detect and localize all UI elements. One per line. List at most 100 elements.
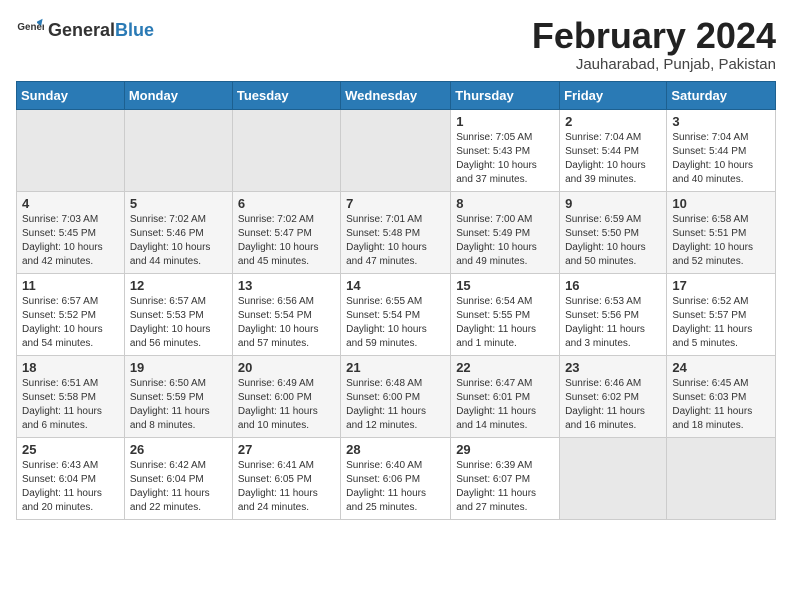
day-info: Sunrise: 7:04 AM Sunset: 5:44 PM Dayligh… [672,131,770,187]
weekday-header-sunday: Sunday [17,81,125,109]
day-number: 27 [238,442,335,457]
day-info: Sunrise: 6:39 AM Sunset: 6:07 PM Dayligh… [456,459,554,515]
day-info: Sunrise: 7:02 AM Sunset: 5:46 PM Dayligh… [130,213,227,269]
calendar-cell: 18 Sunrise: 6:51 AM Sunset: 5:58 PM Dayli… [17,355,125,437]
header: General General Blue February 2024 Jauha… [16,16,776,73]
calendar-cell: 16 Sunrise: 6:53 AM Sunset: 5:56 PM Dayli… [560,273,667,355]
calendar-cell: 20Sunrise: 6:49 AM Sunset: 6:00 PM Dayli… [232,355,340,437]
calendar-cell: 4 Sunrise: 7:03 AM Sunset: 5:45 PM Daylig… [17,191,125,273]
day-info: Sunrise: 6:57 AM Sunset: 5:53 PM Dayligh… [130,295,227,351]
calendar-cell: 27 Sunrise: 6:41 AM Sunset: 6:05 PM Dayli… [232,437,340,519]
day-number: 5 [130,196,227,211]
day-info: Sunrise: 6:51 AM Sunset: 5:58 PM Dayligh… [22,377,119,433]
day-number: 14 [346,278,445,293]
day-info: Sunrise: 6:50 AM Sunset: 5:59 PM Dayligh… [130,377,227,433]
calendar-cell: 12 Sunrise: 6:57 AM Sunset: 5:53 PM Dayli… [124,273,232,355]
calendar-cell: 8 Sunrise: 7:00 AM Sunset: 5:49 PM Daylig… [451,191,560,273]
day-info: Sunrise: 6:59 AM Sunset: 5:50 PM Dayligh… [565,213,661,269]
day-number: 24 [672,360,770,375]
calendar-cell: 25 Sunrise: 6:43 AM Sunset: 6:04 PM Dayli… [17,437,125,519]
day-number: 21 [346,360,445,375]
calendar-cell: 3 Sunrise: 7:04 AM Sunset: 5:44 PM Daylig… [667,109,776,191]
week-row-1: 1 Sunrise: 7:05 AM Sunset: 5:43 PM Daylig… [17,109,776,191]
calendar-cell: 15 Sunrise: 6:54 AM Sunset: 5:55 PM Dayli… [451,273,560,355]
day-number: 23 [565,360,661,375]
calendar-cell: 19Sunrise: 6:50 AM Sunset: 5:59 PM Dayli… [124,355,232,437]
weekday-header-monday: Monday [124,81,232,109]
day-info: Sunrise: 6:46 AM Sunset: 6:02 PM Dayligh… [565,377,661,433]
day-number: 16 [565,278,661,293]
calendar: SundayMondayTuesdayWednesdayThursdayFrid… [16,81,776,520]
week-row-4: 18 Sunrise: 6:51 AM Sunset: 5:58 PM Dayli… [17,355,776,437]
day-info: Sunrise: 6:52 AM Sunset: 5:57 PM Dayligh… [672,295,770,351]
day-info: Sunrise: 6:48 AM Sunset: 6:00 PM Dayligh… [346,377,445,433]
day-number: 2 [565,114,661,129]
calendar-cell: 5 Sunrise: 7:02 AM Sunset: 5:46 PM Daylig… [124,191,232,273]
day-number: 1 [456,114,554,129]
weekday-header-friday: Friday [560,81,667,109]
day-number: 9 [565,196,661,211]
day-info: Sunrise: 6:54 AM Sunset: 5:55 PM Dayligh… [456,295,554,351]
weekday-header-thursday: Thursday [451,81,560,109]
calendar-cell: 26Sunrise: 6:42 AM Sunset: 6:04 PM Dayli… [124,437,232,519]
day-info: Sunrise: 7:03 AM Sunset: 5:45 PM Dayligh… [22,213,119,269]
day-number: 12 [130,278,227,293]
day-number: 7 [346,196,445,211]
logo-blue: Blue [115,20,154,41]
day-info: Sunrise: 6:43 AM Sunset: 6:04 PM Dayligh… [22,459,119,515]
calendar-cell [341,109,451,191]
day-info: Sunrise: 7:05 AM Sunset: 5:43 PM Dayligh… [456,131,554,187]
day-number: 6 [238,196,335,211]
day-info: Sunrise: 6:57 AM Sunset: 5:52 PM Dayligh… [22,295,119,351]
title-area: February 2024 Jauharabad, Punjab, Pakist… [532,16,776,73]
calendar-cell: 17 Sunrise: 6:52 AM Sunset: 5:57 PM Dayli… [667,273,776,355]
calendar-cell: 10 Sunrise: 6:58 AM Sunset: 5:51 PM Dayli… [667,191,776,273]
day-info: Sunrise: 6:41 AM Sunset: 6:05 PM Dayligh… [238,459,335,515]
week-row-5: 25 Sunrise: 6:43 AM Sunset: 6:04 PM Dayli… [17,437,776,519]
day-info: Sunrise: 6:45 AM Sunset: 6:03 PM Dayligh… [672,377,770,433]
day-number: 8 [456,196,554,211]
day-number: 20 [238,360,335,375]
day-info: Sunrise: 6:53 AM Sunset: 5:56 PM Dayligh… [565,295,661,351]
calendar-cell: 29 Sunrise: 6:39 AM Sunset: 6:07 PM Dayli… [451,437,560,519]
logo: General General Blue [16,16,154,44]
calendar-cell: 6 Sunrise: 7:02 AM Sunset: 5:47 PM Daylig… [232,191,340,273]
day-number: 29 [456,442,554,457]
calendar-cell: 23 Sunrise: 6:46 AM Sunset: 6:02 PM Dayli… [560,355,667,437]
day-number: 3 [672,114,770,129]
day-number: 4 [22,196,119,211]
day-info: Sunrise: 6:58 AM Sunset: 5:51 PM Dayligh… [672,213,770,269]
calendar-cell: 13Sunrise: 6:56 AM Sunset: 5:54 PM Dayli… [232,273,340,355]
day-number: 11 [22,278,119,293]
day-number: 28 [346,442,445,457]
calendar-cell: 28 Sunrise: 6:40 AM Sunset: 6:06 PM Dayli… [341,437,451,519]
week-row-2: 4 Sunrise: 7:03 AM Sunset: 5:45 PM Daylig… [17,191,776,273]
logo-icon: General [16,16,44,44]
day-number: 18 [22,360,119,375]
day-info: Sunrise: 6:47 AM Sunset: 6:01 PM Dayligh… [456,377,554,433]
day-number: 13 [238,278,335,293]
calendar-cell: 24 Sunrise: 6:45 AM Sunset: 6:03 PM Dayli… [667,355,776,437]
day-number: 15 [456,278,554,293]
day-info: Sunrise: 7:04 AM Sunset: 5:44 PM Dayligh… [565,131,661,187]
day-info: Sunrise: 7:00 AM Sunset: 5:49 PM Dayligh… [456,213,554,269]
calendar-cell [667,437,776,519]
day-info: Sunrise: 7:02 AM Sunset: 5:47 PM Dayligh… [238,213,335,269]
day-number: 10 [672,196,770,211]
weekday-header-saturday: Saturday [667,81,776,109]
week-row-3: 11 Sunrise: 6:57 AM Sunset: 5:52 PM Dayli… [17,273,776,355]
day-number: 25 [22,442,119,457]
calendar-cell: 1 Sunrise: 7:05 AM Sunset: 5:43 PM Daylig… [451,109,560,191]
day-info: Sunrise: 7:01 AM Sunset: 5:48 PM Dayligh… [346,213,445,269]
weekday-header-wednesday: Wednesday [341,81,451,109]
calendar-cell [560,437,667,519]
calendar-cell: 22Sunrise: 6:47 AM Sunset: 6:01 PM Dayli… [451,355,560,437]
day-number: 26 [130,442,227,457]
calendar-cell: 7 Sunrise: 7:01 AM Sunset: 5:48 PM Daylig… [341,191,451,273]
calendar-cell [17,109,125,191]
calendar-cell: 2 Sunrise: 7:04 AM Sunset: 5:44 PM Daylig… [560,109,667,191]
logo-general: General [48,20,115,41]
day-number: 17 [672,278,770,293]
location: Jauharabad, Punjab, Pakistan [532,56,776,73]
day-info: Sunrise: 6:40 AM Sunset: 6:06 PM Dayligh… [346,459,445,515]
